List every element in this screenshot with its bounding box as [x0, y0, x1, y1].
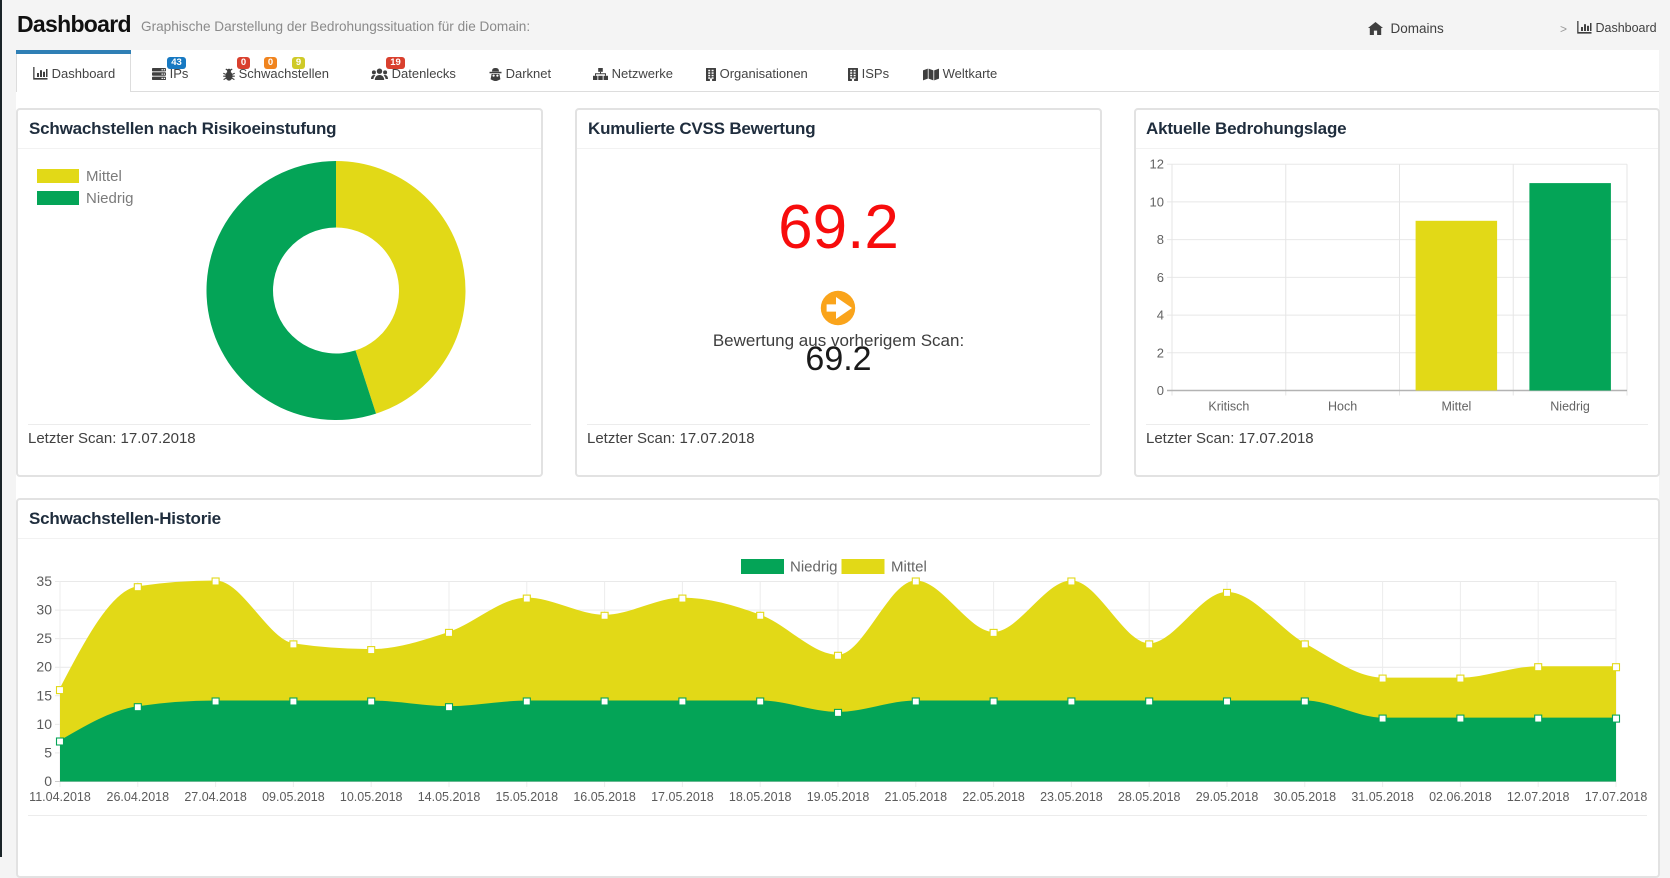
svg-text:Mittel: Mittel — [891, 559, 927, 576]
svg-text:19.05.2018: 19.05.2018 — [807, 790, 870, 804]
svg-text:35: 35 — [36, 573, 52, 589]
svg-text:15: 15 — [36, 687, 52, 703]
svg-text:21.05.2018: 21.05.2018 — [885, 790, 948, 804]
svg-text:25: 25 — [36, 630, 52, 646]
svg-text:22.05.2018: 22.05.2018 — [962, 790, 1025, 804]
svg-text:09.05.2018: 09.05.2018 — [262, 790, 325, 804]
svg-text:27.04.2018: 27.04.2018 — [184, 790, 247, 804]
svg-text:18.05.2018: 18.05.2018 — [729, 790, 792, 804]
svg-text:30.05.2018: 30.05.2018 — [1274, 790, 1337, 804]
svg-text:29.05.2018: 29.05.2018 — [1196, 790, 1259, 804]
svg-text:Niedrig: Niedrig — [790, 559, 838, 576]
svg-text:11.04.2018: 11.04.2018 — [29, 790, 91, 804]
svg-text:20: 20 — [36, 659, 52, 675]
svg-text:10.05.2018: 10.05.2018 — [340, 790, 403, 804]
svg-text:02.06.2018: 02.06.2018 — [1429, 790, 1492, 804]
svg-text:0: 0 — [44, 773, 52, 789]
svg-text:12.07.2018: 12.07.2018 — [1507, 790, 1570, 804]
svg-text:26.04.2018: 26.04.2018 — [107, 790, 170, 804]
svg-text:30: 30 — [36, 602, 52, 618]
svg-text:15.05.2018: 15.05.2018 — [496, 790, 559, 804]
svg-text:23.05.2018: 23.05.2018 — [1040, 790, 1103, 804]
svg-text:17.07.2018: 17.07.2018 — [1585, 790, 1648, 804]
svg-text:17.05.2018: 17.05.2018 — [651, 790, 714, 804]
svg-text:16.05.2018: 16.05.2018 — [573, 790, 636, 804]
svg-text:14.05.2018: 14.05.2018 — [418, 790, 481, 804]
svg-text:10: 10 — [36, 716, 52, 732]
svg-text:28.05.2018: 28.05.2018 — [1118, 790, 1181, 804]
svg-text:31.05.2018: 31.05.2018 — [1351, 790, 1414, 804]
svg-text:5: 5 — [44, 744, 52, 760]
